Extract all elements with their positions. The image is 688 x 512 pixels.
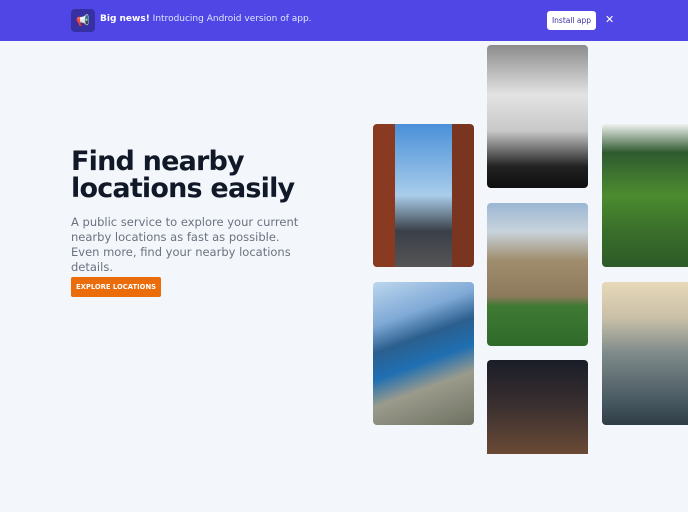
announcement-banner: 📢 Big news! Introducing Android version … [0,0,688,41]
image-waterfall [602,124,688,267]
megaphone-icon: 📢 [71,9,95,32]
image-bridge-city [373,124,474,267]
hero-description: A public service to explore your current… [71,215,299,274]
image-concert [487,45,588,188]
banner-message: Introducing Android version of app. [149,14,312,24]
image-skyline [602,282,688,425]
banner-headline: Big news! [100,14,150,24]
explore-locations-button[interactable]: EXPLORE LOCATIONS [71,277,161,297]
page-title: Find nearby locations easily [71,146,295,204]
install-app-button[interactable]: Install app [547,11,596,30]
image-street-lights [487,360,588,454]
image-fjord [373,282,474,425]
image-college [487,203,588,346]
close-icon[interactable]: ✕ [605,13,614,26]
banner-text: Big news! Introducing Android version of… [100,14,312,24]
